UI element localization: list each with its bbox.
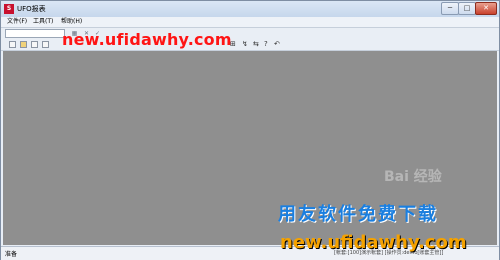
open-folder-icon[interactable] [20,41,27,48]
maximize-button[interactable]: □ [458,2,476,15]
watermark-site-bottom: new.ufidawhy.com [280,232,467,253]
app-logo-icon: S [4,4,14,14]
undo-icon[interactable]: ↶ [274,40,280,48]
save-icon[interactable] [31,41,38,48]
cell-name-input[interactable] [5,29,65,38]
title-bar[interactable]: S UFO报表 ─ □ ✕ [1,1,499,18]
menu-bar: 文件(F) 工具(T) 帮助(H) [1,17,499,27]
menu-file[interactable]: 文件(F) [5,17,29,27]
menu-help[interactable]: 帮助(H) [59,17,84,27]
swap-icon[interactable]: ⇆ [253,40,259,48]
watermark-site-top: new.ufidawhy.com [62,30,232,49]
window-title: UFO报表 [17,5,46,13]
print-icon[interactable] [42,41,49,48]
watermark-slogan: 用友软件免费下载 [278,204,438,225]
help-pointer-icon[interactable]: ? [264,40,268,48]
close-button[interactable]: ✕ [475,2,497,15]
status-ready-text: 准备 [5,251,18,258]
function-icon[interactable]: ↯ [242,40,248,48]
menu-tools[interactable]: 工具(T) [31,17,55,27]
watermark-baidu: Bai 经验 [384,169,442,185]
new-file-icon[interactable] [9,41,16,48]
minimize-button[interactable]: ─ [441,2,459,15]
